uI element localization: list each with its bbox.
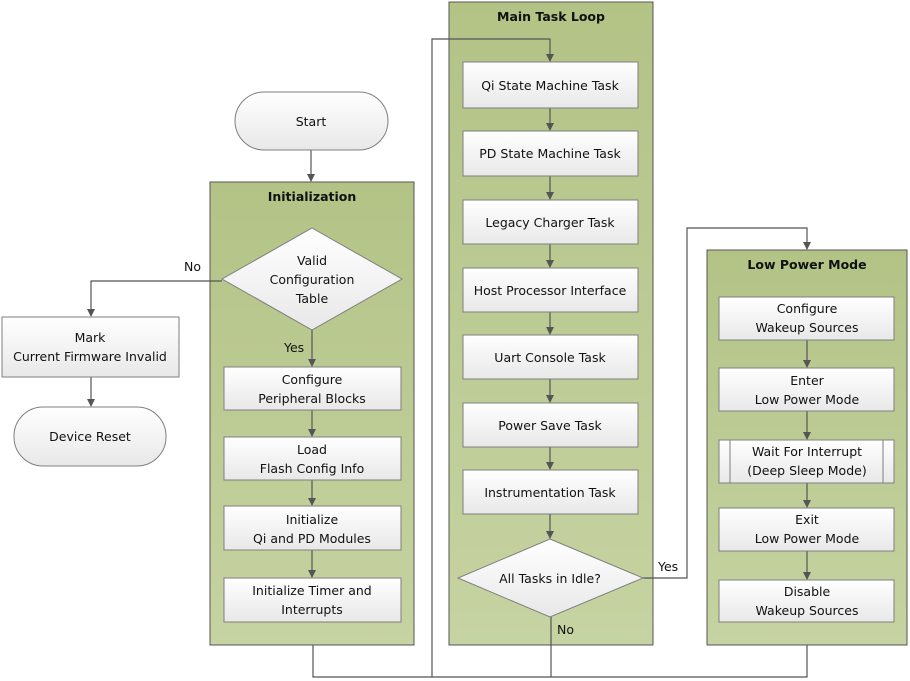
svg-text:Configure: Configure bbox=[282, 372, 343, 387]
lpm-step: Exit Low Power Mode bbox=[718, 507, 895, 552]
device-reset-terminal: Device Reset bbox=[13, 406, 167, 467]
main-loop-title: Main Task Loop bbox=[497, 9, 605, 24]
init-step: Initialize Qi and PD Modules bbox=[223, 505, 402, 551]
lpm-step: Configure Wakeup Sources bbox=[718, 296, 895, 341]
init-step: Configure Peripheral Blocks bbox=[223, 366, 402, 411]
svg-text:Initialize: Initialize bbox=[286, 512, 339, 527]
svg-text:PD State Machine Task: PD State Machine Task bbox=[479, 146, 621, 161]
svg-text:Qi and PD Modules: Qi and PD Modules bbox=[253, 531, 371, 546]
lpm-step: Disable Wakeup Sources bbox=[718, 579, 895, 623]
svg-text:Wakeup Sources: Wakeup Sources bbox=[756, 603, 859, 618]
svg-text:Exit: Exit bbox=[795, 512, 819, 527]
yes-label: Yes bbox=[283, 340, 304, 355]
svg-text:Initialize Timer and: Initialize Timer and bbox=[252, 583, 372, 598]
svg-text:Low Power Mode: Low Power Mode bbox=[755, 392, 860, 407]
decision-label: Valid bbox=[297, 253, 327, 268]
firmware-flowchart: Initialization Main Task Loop Low Power … bbox=[1, 1, 908, 678]
svg-text:Wait For Interrupt: Wait For Interrupt bbox=[752, 444, 862, 459]
lpm-subprocess-step: Wait For Interrupt (Deep Sleep Mode) bbox=[718, 439, 895, 484]
init-step: Initialize Timer and Interrupts bbox=[223, 577, 402, 623]
svg-text:Wakeup Sources: Wakeup Sources bbox=[756, 320, 859, 335]
no-label: No bbox=[557, 622, 574, 637]
mark-invalid-box: Mark Current Firmware Invalid bbox=[1, 316, 180, 378]
decision-label: All Tasks in Idle? bbox=[499, 571, 601, 586]
svg-text:Enter: Enter bbox=[790, 373, 824, 388]
svg-text:Power Save Task: Power Save Task bbox=[498, 418, 602, 433]
decision-label: Table bbox=[295, 291, 329, 306]
initialization-title: Initialization bbox=[268, 189, 357, 204]
decision-label: Configuration bbox=[270, 272, 355, 287]
svg-text:Mark: Mark bbox=[75, 330, 107, 345]
svg-text:(Deep Sleep Mode): (Deep Sleep Mode) bbox=[747, 463, 866, 478]
connector-no bbox=[87, 280, 222, 317]
svg-text:Disable: Disable bbox=[784, 584, 831, 599]
svg-text:Qi State Machine Task: Qi State Machine Task bbox=[481, 78, 619, 93]
svg-text:Configure: Configure bbox=[777, 301, 838, 316]
svg-text:Device Reset: Device Reset bbox=[49, 429, 131, 444]
lpm-step: Enter Low Power Mode bbox=[718, 367, 895, 412]
task-box: Uart Console Task bbox=[462, 334, 639, 380]
task-box: Host Processor Interface bbox=[462, 267, 639, 313]
svg-text:Interrupts: Interrupts bbox=[281, 602, 343, 617]
task-box: Power Save Task bbox=[462, 402, 639, 448]
task-box: Qi State Machine Task bbox=[462, 61, 639, 109]
no-label: No bbox=[184, 259, 201, 274]
low-power-title: Low Power Mode bbox=[747, 257, 866, 272]
svg-text:Instrumentation Task: Instrumentation Task bbox=[484, 485, 616, 500]
svg-text:Current Firmware Invalid: Current Firmware Invalid bbox=[13, 349, 167, 364]
task-box: PD State Machine Task bbox=[462, 130, 639, 177]
svg-text:Peripheral Blocks: Peripheral Blocks bbox=[258, 391, 366, 406]
svg-text:Low Power Mode: Low Power Mode bbox=[755, 531, 860, 546]
yes-label: Yes bbox=[657, 559, 678, 574]
task-box: Legacy Charger Task bbox=[462, 199, 639, 245]
svg-text:Flash Config Info: Flash Config Info bbox=[260, 461, 364, 476]
init-step: Load Flash Config Info bbox=[223, 436, 402, 481]
task-box: Instrumentation Task bbox=[462, 469, 639, 515]
svg-text:Legacy Charger Task: Legacy Charger Task bbox=[485, 215, 615, 230]
start-label: Start bbox=[296, 114, 327, 129]
svg-text:Load: Load bbox=[297, 442, 327, 457]
svg-text:Uart Console Task: Uart Console Task bbox=[494, 350, 606, 365]
connector-return bbox=[312, 645, 808, 678]
svg-text:Host Processor Interface: Host Processor Interface bbox=[474, 283, 627, 298]
